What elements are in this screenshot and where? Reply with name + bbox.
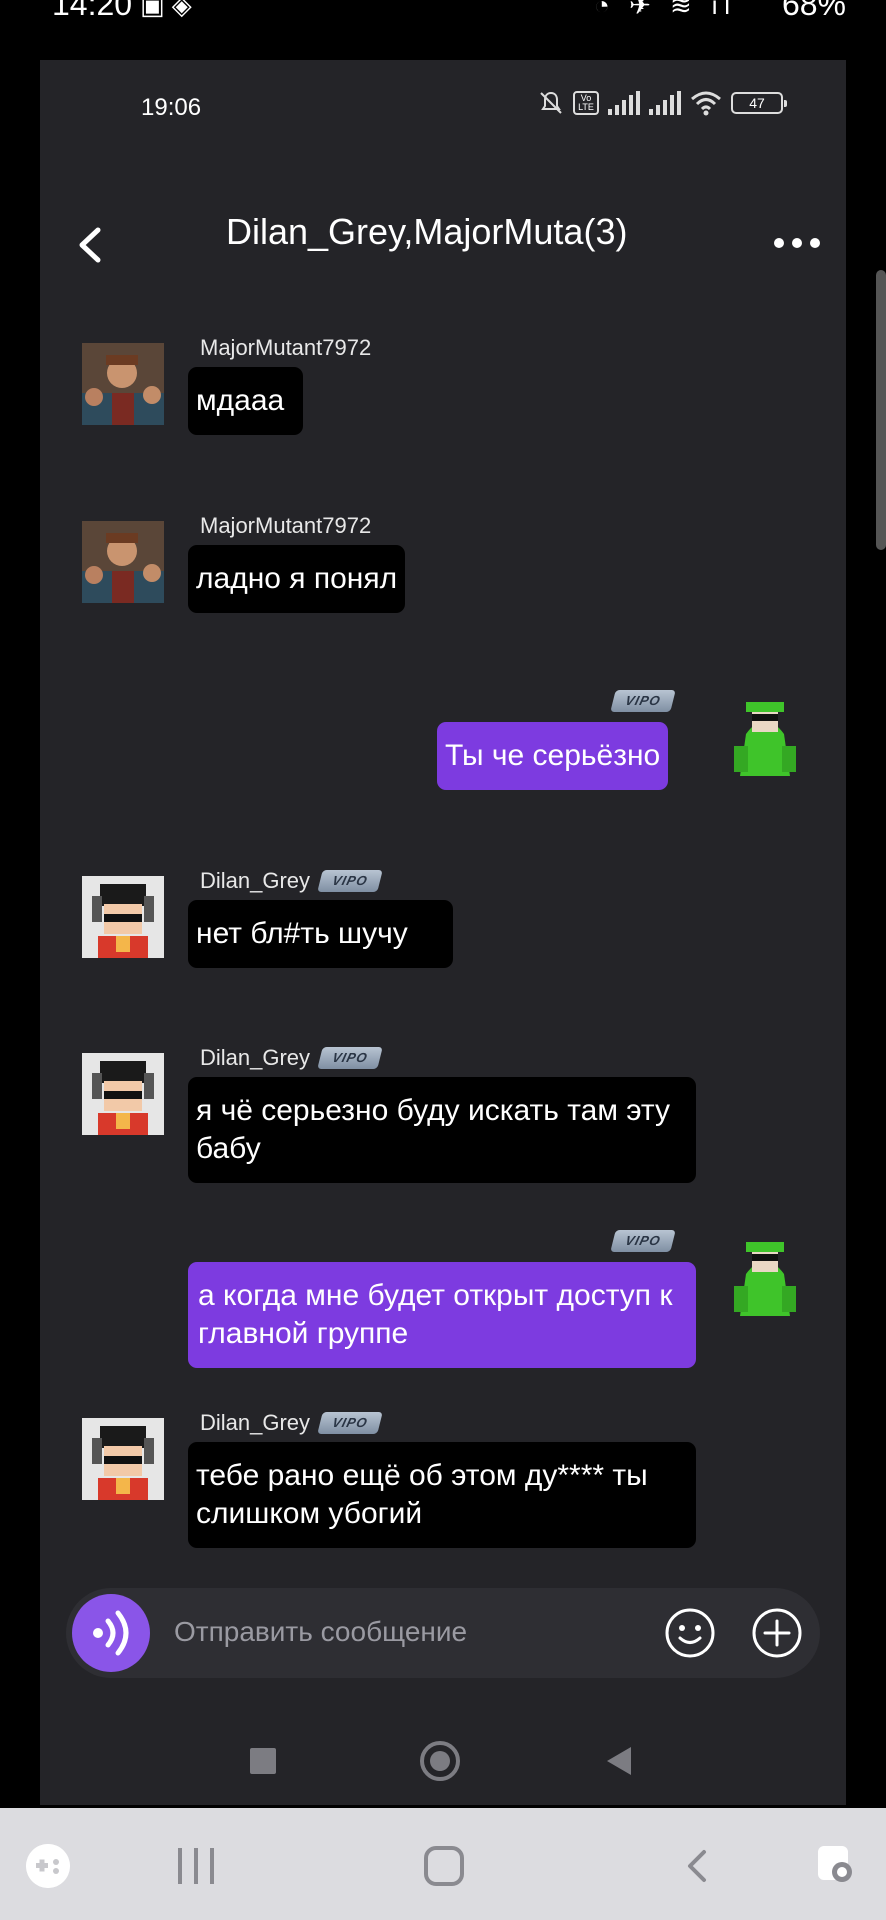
more-dots-icon[interactable] <box>774 232 820 254</box>
message-bubble[interactable]: ладно я понял <box>188 545 406 613</box>
recents-icon[interactable] <box>178 1848 214 1884</box>
battery-icon: 47 <box>731 92 787 114</box>
device-status-bar: 14:20 ▣ ◈ ◔ ✈ ≋ ıl 68% <box>0 0 886 22</box>
avatar-dilan-grey[interactable] <box>82 876 164 958</box>
sender-name-text: Dilan_Grey <box>200 868 311 893</box>
avatar-dilan-grey[interactable] <box>82 1418 164 1500</box>
device-navigation-bar <box>0 1808 886 1920</box>
volte-icon: Vo LTE <box>573 91 599 115</box>
signal-icon-2 <box>649 91 681 115</box>
sender-name-text: MajorMutant7972 <box>200 335 372 360</box>
sender-name: MajorMutant7972 <box>200 513 371 539</box>
device-status-icons: ◔ ✈ ≋ ıl <box>594 0 736 20</box>
vip-badge: VIPO <box>610 1230 676 1252</box>
sender-name-text: Dilan_Grey <box>200 1410 311 1435</box>
game-launcher-icon[interactable] <box>26 1844 70 1888</box>
sender-name: Dilan_Grey VIPO <box>200 868 383 894</box>
recents-square-icon[interactable] <box>250 1748 276 1774</box>
message-bubble[interactable]: я чё серьезно буду искать там эту бабу <box>188 1077 696 1183</box>
back-triangle-icon[interactable] <box>607 1747 631 1775</box>
back-chevron-icon[interactable] <box>68 220 112 270</box>
status-icons: Vo LTE 47 <box>538 90 787 116</box>
sender-name-text: Dilan_Grey <box>200 1045 311 1070</box>
app-screen: 19:06 Vo LTE 47 Dilan_Grey,MajorMuta(3) <box>40 60 846 1805</box>
status-time: 19:06 <box>141 94 202 121</box>
avatar-self[interactable] <box>724 698 806 780</box>
sender-name: Dilan_Grey VIPO <box>200 1410 383 1436</box>
device-battery: 68% <box>781 0 846 22</box>
emoji-icon[interactable] <box>664 1607 716 1659</box>
device-notification-icons: ▣ ◈ <box>140 0 192 20</box>
device-time: 14:20 <box>52 0 133 22</box>
message-bubble[interactable]: нет бл#ть шучу <box>188 900 453 968</box>
voice-button[interactable] <box>72 1594 150 1672</box>
home-icon[interactable] <box>424 1846 464 1886</box>
sender-name: Dilan_Grey VIPO <box>200 1045 383 1071</box>
signal-icon-1 <box>608 91 640 115</box>
chat-title[interactable]: Dilan_Grey,MajorMuta(3) <box>160 211 810 253</box>
back-icon[interactable] <box>680 1848 716 1884</box>
plus-icon[interactable] <box>751 1607 803 1659</box>
vip-badge: VIPO <box>317 1047 383 1069</box>
avatar-self[interactable] <box>724 1238 806 1320</box>
status-bar: 19:06 Vo LTE 47 <box>40 60 846 155</box>
mute-bell-icon <box>540 91 562 114</box>
message-bubble[interactable]: а когда мне будет открыт доступ к главно… <box>188 1262 696 1368</box>
avatar-dilan-grey[interactable] <box>82 1053 164 1135</box>
message-input[interactable]: Отправить сообщение <box>174 1616 467 1648</box>
inner-navigation-bar <box>40 1710 846 1805</box>
avatar-majormutant[interactable] <box>82 521 164 603</box>
scrollbar[interactable] <box>876 270 886 550</box>
vip-badge: VIPO <box>610 690 676 712</box>
avatar-majormutant[interactable] <box>82 343 164 425</box>
message-bubble[interactable]: тебе рано ещё об этом ду**** ты слишком … <box>188 1442 696 1548</box>
vip-badge: VIPO <box>317 870 383 892</box>
vip-badge: VIPO <box>317 1412 383 1434</box>
sender-name-text: MajorMutant7972 <box>200 513 372 538</box>
message-bubble[interactable]: Ты че серьёзно <box>437 722 669 790</box>
voice-icon <box>93 1610 129 1656</box>
message-list[interactable]: MajorMutant7972 мдааа MajorMutant7972 ла… <box>40 275 846 1630</box>
message-bubble[interactable]: мдааа <box>188 367 303 435</box>
chat-header: Dilan_Grey,MajorMuta(3) <box>40 180 846 270</box>
home-circle-icon[interactable] <box>420 1741 460 1781</box>
message-input-bar: Отправить сообщение <box>66 1588 820 1678</box>
wifi-icon <box>691 91 721 116</box>
assistant-icon[interactable] <box>816 1842 858 1886</box>
sender-name: MajorMutant7972 <box>200 335 371 361</box>
